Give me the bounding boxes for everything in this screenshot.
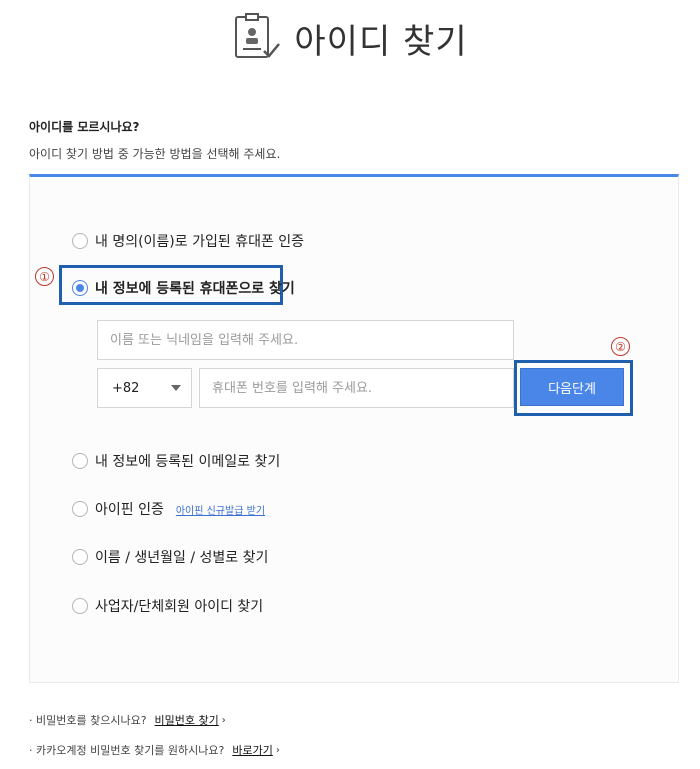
radio-button[interactable] xyxy=(72,233,88,249)
option-label: 이름 / 생년월일 / 성별로 찾기 xyxy=(95,550,269,566)
option-registered-phone[interactable]: 내 정보에 등록된 휴대폰으로 찾기 xyxy=(72,278,295,298)
footer-kakao: · 카카오계정 비밀번호 찾기를 원하시나요? 바로가기 › xyxy=(29,742,280,758)
next-step-button[interactable]: 다음단계 xyxy=(520,368,624,406)
arrow-right-icon: › xyxy=(275,744,280,756)
radio-button[interactable] xyxy=(72,598,88,614)
intro-description: 아이디 찾기 방법 중 가능한 방법을 선택해 주세요. xyxy=(29,147,281,161)
option-business-member[interactable]: 사업자/단체회원 아이디 찾기 xyxy=(72,596,263,616)
ipin-issue-link[interactable]: 아이핀 신규발급 받기 xyxy=(176,502,265,517)
radio-button-selected[interactable] xyxy=(72,280,88,296)
option-label: 내 정보에 등록된 휴대폰으로 찾기 xyxy=(95,281,295,297)
option-label: 내 정보에 등록된 이메일로 찾기 xyxy=(95,454,281,470)
radio-button[interactable] xyxy=(72,501,88,517)
arrow-right-icon: › xyxy=(221,714,226,726)
step-marker-2: ② xyxy=(611,337,630,356)
option-registered-email[interactable]: 내 정보에 등록된 이메일로 찾기 xyxy=(72,451,280,471)
option-ipin[interactable]: 아이핀 인증 아이핀 신규발급 받기 xyxy=(72,499,265,519)
id-card-check-icon xyxy=(235,13,281,58)
kakao-question: 카카오계정 비밀번호 찾기를 원하시나요? xyxy=(36,744,225,757)
password-question: 비밀번호를 찾으시나요? xyxy=(36,714,147,727)
phone-field[interactable] xyxy=(199,368,514,408)
name-field[interactable] xyxy=(97,320,514,360)
option-label: 내 명의(이름)로 가입된 휴대폰 인증 xyxy=(95,234,305,250)
radio-button[interactable] xyxy=(72,453,88,469)
find-password-link[interactable]: 비밀번호 찾기 xyxy=(155,712,219,728)
country-code-select[interactable]: +82 xyxy=(97,368,192,408)
radio-button[interactable] xyxy=(72,549,88,565)
kakao-shortcut-link[interactable]: 바로가기 xyxy=(232,742,272,758)
chevron-down-icon xyxy=(171,385,181,391)
step-marker-1: ① xyxy=(35,267,54,286)
intro-question: 아이디를 모르시나요? xyxy=(29,120,140,134)
bullet: · xyxy=(29,743,33,757)
intro: 아이디를 모르시나요? 아이디 찾기 방법 중 가능한 방법을 선택해 주세요. xyxy=(29,118,280,162)
option-name-birth-gender[interactable]: 이름 / 생년월일 / 성별로 찾기 xyxy=(72,547,268,567)
option-label: 사업자/단체회원 아이디 찾기 xyxy=(95,599,264,615)
option-label: 아이핀 인증 xyxy=(95,502,164,518)
country-code-value: +82 xyxy=(112,380,140,396)
footer-password: · 비밀번호를 찾으시나요? 비밀번호 찾기 › xyxy=(29,712,226,728)
phone-input[interactable] xyxy=(212,380,513,396)
page-title: 아이디 찾기 xyxy=(294,21,468,62)
page-header: 아이디 찾기 xyxy=(0,8,700,68)
name-input[interactable] xyxy=(110,332,513,348)
option-phone-auth[interactable]: 내 명의(이름)로 가입된 휴대폰 인증 xyxy=(72,231,304,251)
bullet: · xyxy=(29,713,33,727)
